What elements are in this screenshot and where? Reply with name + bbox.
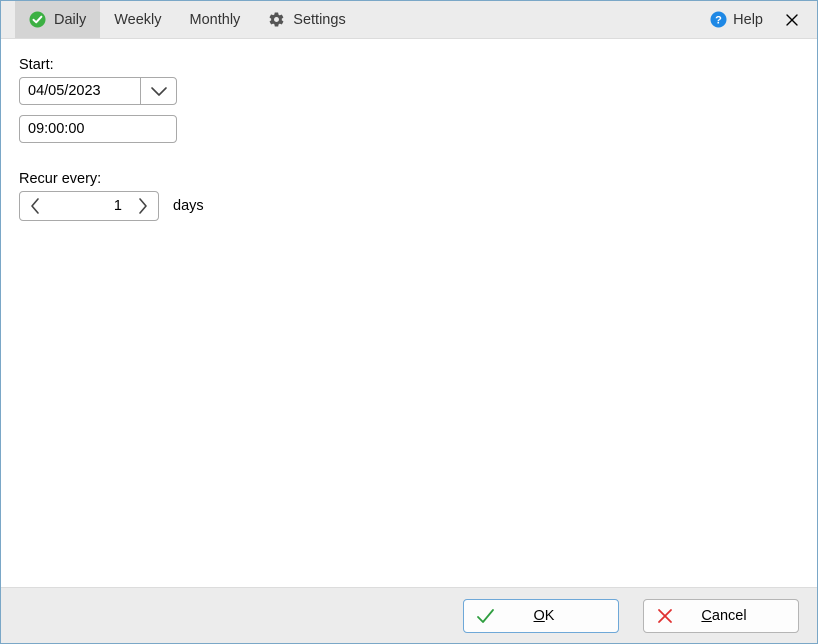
- tabbar-spacer: [360, 1, 698, 38]
- check-circle-icon: [29, 11, 46, 28]
- tab-label: Daily: [54, 12, 86, 28]
- help-icon: ?: [710, 11, 727, 28]
- content-area: Start: 04/05/2023 09:00:00 Recur every:: [1, 39, 817, 587]
- spinner-decrement[interactable]: [20, 192, 50, 220]
- help-label: Help: [733, 12, 763, 28]
- spinner-increment[interactable]: [128, 192, 158, 220]
- start-label: Start:: [19, 57, 805, 73]
- tab-label: Weekly: [114, 12, 161, 28]
- start-time-field[interactable]: 09:00:00: [19, 115, 177, 143]
- footer-bar: OK Cancel: [1, 587, 817, 643]
- x-icon: [644, 606, 686, 626]
- start-date-value: 04/05/2023: [20, 83, 140, 99]
- svg-text:?: ?: [715, 15, 722, 27]
- dialog-window: Daily Weekly Monthly Settings ? H: [0, 0, 818, 644]
- gear-icon: [268, 11, 285, 28]
- cancel-button[interactable]: Cancel: [643, 599, 799, 633]
- date-dropdown-button[interactable]: [140, 78, 176, 104]
- spinner-value: 1: [50, 192, 128, 220]
- ok-button[interactable]: OK: [463, 599, 619, 633]
- tab-bar: Daily Weekly Monthly Settings ? H: [1, 1, 817, 39]
- tab-settings[interactable]: Settings: [254, 1, 359, 38]
- close-button[interactable]: [775, 1, 817, 38]
- help-button[interactable]: ? Help: [698, 1, 775, 38]
- tab-weekly[interactable]: Weekly: [100, 1, 175, 38]
- start-date-field[interactable]: 04/05/2023: [19, 77, 177, 105]
- tab-label: Monthly: [190, 12, 241, 28]
- tab-label: Settings: [293, 12, 345, 28]
- checkmark-icon: [464, 605, 506, 627]
- chevron-down-icon: [150, 85, 168, 97]
- recur-spinner[interactable]: 1: [19, 191, 159, 221]
- recur-unit: days: [173, 198, 204, 214]
- close-icon: [785, 13, 799, 27]
- ok-label: OK: [506, 608, 618, 624]
- tab-monthly[interactable]: Monthly: [176, 1, 255, 38]
- chevron-left-icon: [29, 197, 41, 215]
- start-time-value: 09:00:00: [28, 121, 84, 137]
- chevron-right-icon: [137, 197, 149, 215]
- cancel-label: Cancel: [686, 608, 798, 624]
- recur-label: Recur every:: [19, 171, 805, 187]
- tab-daily[interactable]: Daily: [15, 1, 100, 38]
